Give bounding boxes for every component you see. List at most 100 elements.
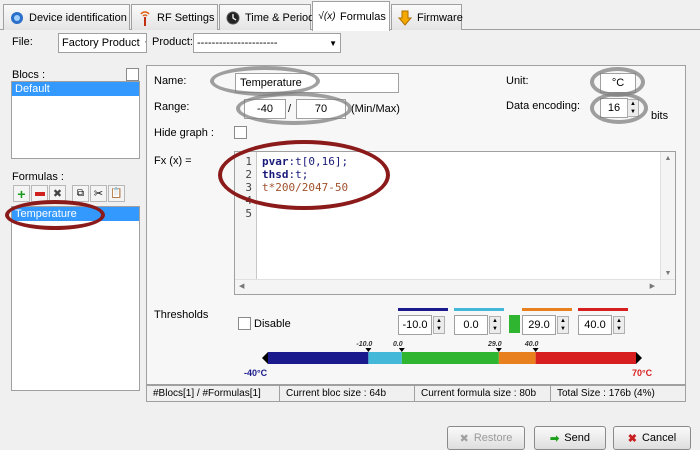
- list-item[interactable]: Default: [12, 82, 139, 96]
- bar-right-cap: [636, 352, 642, 364]
- tab-formulas[interactable]: √(x) Formulas: [312, 1, 390, 31]
- unit-input[interactable]: °C: [600, 73, 636, 93]
- status-total-size: Total Size : 176b (4%): [557, 388, 655, 399]
- tab-time-period[interactable]: Time & Period: [219, 4, 314, 30]
- vertical-scrollbar[interactable]: ▲ ▼: [660, 152, 675, 280]
- tab-label: Firmware: [417, 11, 463, 24]
- copy-icon: ⧉: [76, 188, 85, 199]
- range-label: Range:: [154, 101, 190, 113]
- tab-label: RF Settings: [157, 11, 215, 24]
- threshold-value: -10.0: [402, 319, 428, 331]
- download-arrow-icon: [398, 10, 412, 26]
- name-input[interactable]: Temperature: [235, 73, 399, 93]
- range-max-input[interactable]: 70: [296, 99, 346, 119]
- tab-bar: Device identification RF Settings Time &…: [0, 0, 700, 31]
- hide-graph-checkbox[interactable]: [234, 126, 247, 139]
- scroll-right-icon: ▶: [649, 283, 655, 290]
- line-number: 1: [245, 155, 252, 168]
- spin-down-icon: ▼: [436, 326, 442, 332]
- tab-rf-settings[interactable]: RF Settings: [131, 4, 218, 30]
- encoding-input[interactable]: 16: [600, 98, 628, 118]
- formula-code-editor[interactable]: 1 2 3 4 5 pvar:t[0,16]; thsd:t; t*200/20…: [234, 151, 676, 295]
- threshold-marker[interactable]: [398, 348, 405, 352]
- threshold-value: 40.0: [584, 319, 606, 331]
- threshold-spinner[interactable]: ▲ ▼: [557, 316, 569, 334]
- hide-graph-label: Hide graph :: [154, 127, 214, 139]
- file-select-value: Factory Product: [62, 37, 140, 49]
- code-text: :t[0,16];: [288, 155, 349, 168]
- horizontal-scrollbar[interactable]: ◀ ▶: [235, 279, 675, 294]
- threshold-input-2[interactable]: 0.0: [454, 315, 488, 335]
- threshold-segment: [401, 352, 499, 364]
- cancel-x-icon: ✖: [627, 432, 637, 445]
- threshold-bar: -10.0 0.0 29.0 40.0 -40°C 70°C: [244, 341, 653, 378]
- threshold-marker-label: -10.0: [356, 341, 372, 348]
- range-min-input[interactable]: -40: [244, 99, 286, 119]
- threshold-color-swatch: [578, 308, 628, 311]
- copy-button[interactable]: ⧉: [72, 185, 89, 202]
- threshold-segment: [498, 352, 536, 364]
- threshold-input-3[interactable]: 29.0: [522, 315, 556, 335]
- threshold-spinner[interactable]: ▲ ▼: [489, 316, 501, 334]
- encoding-spinner[interactable]: ▲ ▼: [627, 99, 639, 117]
- clock-icon: [226, 10, 240, 26]
- close-icon: ✖: [52, 188, 63, 200]
- threshold-segment: [535, 352, 636, 364]
- threshold-color-swatch: [509, 315, 520, 333]
- chevron-down-icon: ▼: [329, 38, 337, 48]
- tab-device-identification[interactable]: Device identification: [3, 4, 130, 30]
- remove-formula-button[interactable]: [31, 185, 48, 202]
- threshold-marker-label: 40.0: [524, 341, 539, 348]
- restore-button[interactable]: ✖ Restore: [447, 426, 525, 450]
- blocs-label: Blocs :: [12, 69, 46, 81]
- threshold-marker[interactable]: [532, 348, 539, 352]
- sqrt-formula-icon: √(x): [318, 11, 336, 22]
- disable-thresholds-checkbox[interactable]: [238, 317, 251, 330]
- paste-button[interactable]: 📋: [108, 185, 125, 202]
- status-blocs-formulas: #Blocs[1] / #Formulas[1]: [147, 386, 280, 401]
- arrow-right-icon: ➡: [550, 432, 560, 445]
- code-keyword: pvar: [262, 155, 289, 168]
- bar-min-label: -40°C: [244, 368, 268, 378]
- line-number: 4: [245, 194, 252, 207]
- plus-icon: +: [17, 185, 26, 202]
- scroll-left-icon: ◀: [239, 283, 245, 290]
- code-lines: pvar:t[0,16]; thsd:t; t*200/2047-50: [262, 155, 348, 194]
- bar-max-label: 70°C: [632, 368, 653, 378]
- disable-label: Disable: [254, 318, 291, 330]
- file-select[interactable]: Factory Product ▼: [58, 33, 147, 53]
- threshold-marker[interactable]: [495, 348, 502, 352]
- blocs-checkbox[interactable]: [126, 68, 139, 81]
- list-item[interactable]: Temperature: [12, 207, 139, 221]
- status-formula-size: Current formula size : 80b: [415, 386, 551, 401]
- cut-button[interactable]: ✂: [90, 185, 107, 202]
- status-bar: #Blocs[1] / #Formulas[1] Current bloc si…: [146, 385, 686, 402]
- tab-firmware[interactable]: Firmware: [391, 4, 463, 30]
- range-unit-label: (Min/Max): [351, 103, 400, 115]
- send-button[interactable]: ➡ Send: [534, 426, 606, 450]
- delete-formula-button[interactable]: ✖: [49, 185, 66, 202]
- product-select[interactable]: ---------------------- ▼: [193, 33, 341, 53]
- cancel-button[interactable]: ✖ Cancel: [613, 426, 691, 450]
- add-formula-button[interactable]: +: [13, 185, 30, 202]
- spin-down-icon: ▼: [492, 326, 498, 332]
- unit-value: °C: [611, 77, 625, 89]
- threshold-spinner[interactable]: ▲ ▼: [433, 316, 445, 334]
- range-separator: /: [288, 103, 292, 115]
- threshold-marker-label: 29.0: [487, 341, 502, 348]
- threshold-marker[interactable]: [365, 348, 372, 352]
- name-label: Name:: [154, 75, 187, 87]
- close-icon: ✖: [459, 432, 469, 445]
- formulas-label: Formulas :: [12, 171, 64, 183]
- name-input-value: Temperature: [240, 77, 302, 89]
- threshold-input-1[interactable]: -10.0: [398, 315, 432, 335]
- encoding-value: 16: [607, 102, 621, 114]
- threshold-input-4[interactable]: 40.0: [578, 315, 612, 335]
- tab-label: Formulas: [340, 10, 386, 23]
- product-select-value: ----------------------: [197, 37, 278, 49]
- threshold-color-swatch: [454, 308, 504, 311]
- code-line: pvar:t[0,16];: [262, 155, 348, 168]
- bar-left-cap: [262, 352, 268, 364]
- chevron-down-icon: ▼: [144, 39, 146, 48]
- threshold-spinner[interactable]: ▲ ▼: [613, 316, 625, 334]
